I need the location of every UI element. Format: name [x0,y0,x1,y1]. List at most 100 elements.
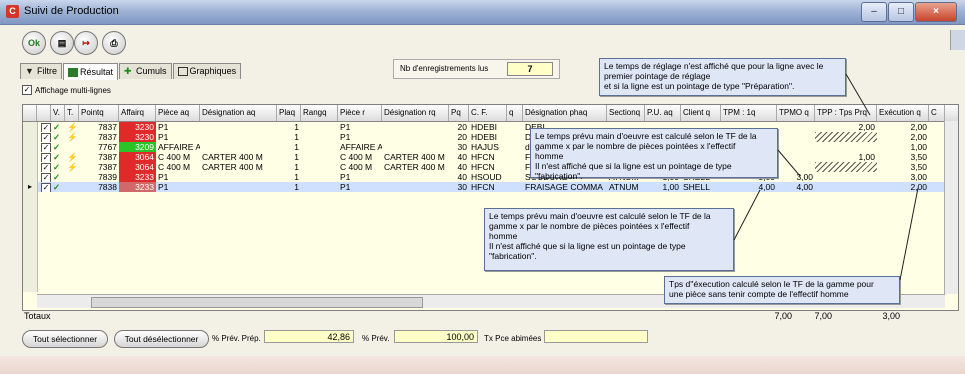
tab-cumuls[interactable]: ✚ Cumuls [119,63,172,79]
header-designation-a[interactable]: Désignation aq [200,105,277,121]
row-check-cell[interactable]: ✓ [39,182,51,192]
header-tpmo[interactable]: TPMO q [777,105,815,121]
multiline-option[interactable]: ✓ Affichage multi-lignes [22,85,111,95]
row-selector[interactable] [23,162,38,172]
header-tpp[interactable]: TPP : Tps Prq [815,105,877,121]
row-selector[interactable] [23,242,38,252]
row-selector[interactable] [23,282,38,292]
filter-tool-button[interactable]: ▤ [50,31,74,55]
header-affaire[interactable]: Affairq [119,105,156,121]
row-checkbox[interactable]: ✓ [41,123,51,132]
total-tpp: 3,00 [882,311,900,321]
header-t[interactable]: T. [65,105,79,121]
validated-icon: ✓ [53,172,61,182]
header-piece-a[interactable]: Pièce aq [156,105,200,121]
row-check-cell[interactable]: ✓ [39,142,51,152]
header-pla[interactable]: Plaq [277,105,301,121]
row-checkbox[interactable]: ✓ [41,163,51,172]
header-pointage[interactable]: Pointq [79,105,119,121]
validated-icon: ✓ [53,142,61,152]
deselect-all-button[interactable]: Tout désélectionner [114,330,209,348]
cell-tpp [815,132,877,142]
row-selector[interactable]: ▸ [23,182,38,192]
minimize-button[interactable]: – [861,2,887,22]
type-bolt-icon: ⚡ [67,162,78,172]
header-selector[interactable] [37,105,51,121]
ok-button[interactable]: Ok [22,31,46,55]
cell-cf: HSOUD [471,172,502,182]
row-selector[interactable] [23,132,38,142]
table-row[interactable]: ✓✓⚡78373230P11P120HDEBIDEBI2,00 [23,132,958,142]
cell-piece: P1 [158,132,169,142]
table-row[interactable]: ▸ ✓ ✓ 7838 3233 P1 1 P1 30 HFCN FRAISAGE COMMA ATNU… [23,182,958,192]
table-row[interactable]: ✓✓78393233P11P140HSOUDSOUDUREATNUM1,00SH… [23,172,958,182]
row-selector[interactable] [23,192,38,202]
funnel-icon: ▼ [25,66,34,76]
row-selector[interactable] [23,172,38,182]
panel-toggle[interactable] [950,30,965,50]
header-designation-r[interactable]: Désignation rq [382,105,449,121]
cell-pla: 1 [294,152,299,162]
row-selector[interactable] [23,272,38,282]
table-row[interactable]: ✓ ✓ ⚡ 7387 3064 C 400 M CARTER 400 M1C 400 M CA… [23,162,958,172]
header-q[interactable]: q [507,105,523,121]
row-checkbox[interactable]: ✓ [41,133,51,142]
multiline-checkbox[interactable]: ✓ [22,85,32,95]
row-checkbox[interactable]: ✓ [41,153,51,162]
table-row[interactable] [23,192,958,202]
header-rang[interactable]: Rangq [301,105,338,121]
header-p[interactable]: Pq [449,105,469,121]
row-selector[interactable] [23,232,38,242]
header-v[interactable]: V. [51,105,65,121]
header-execution[interactable]: Exécution q [877,105,929,121]
cell-desig-r [382,172,449,182]
type-bolt-icon [65,182,79,192]
records-count-value: 7 [507,62,553,76]
row-selector[interactable] [23,152,38,162]
header-piece-r[interactable]: Pièce r [338,105,382,121]
footer-band [0,356,965,374]
cell-exec: 2,00 [910,122,927,132]
cell-tpmo [777,142,815,152]
header-designation-phase[interactable]: Désignation phaq [523,105,607,121]
header-tpm[interactable]: TPM : 1q [721,105,777,121]
header-c[interactable]: C [929,105,945,121]
row-selector[interactable] [23,222,38,232]
vertical-scrollbar[interactable] [944,121,958,294]
header-client[interactable]: Client q [681,105,721,121]
maximize-button[interactable]: □ [888,2,914,22]
tab-resultat[interactable]: Résultat [63,63,119,80]
row-check-cell[interactable]: ✓ [39,132,51,142]
table-row[interactable]: ✓ ✓ ⚡ 7387 3064 C 400 M CARTER 400 M1C 400 M CA… [23,152,958,162]
row-selector[interactable] [23,262,38,272]
row-check-cell[interactable]: ✓ [39,122,51,132]
row-check-cell[interactable]: ✓ [39,172,51,182]
row-selector[interactable] [23,202,38,212]
cell-pu: 1,00 [662,182,679,192]
row-selector[interactable] [23,252,38,262]
cell-aff: 3064 [119,162,156,172]
print-button[interactable]: ⎙ [102,31,126,55]
tab-graphiques[interactable]: Graphiques [172,63,242,79]
row-selector[interactable] [23,212,38,222]
select-all-button[interactable]: Tout sélectionner [22,330,108,348]
tab-filtre[interactable]: ▼ Filtre [20,63,62,79]
row-selector[interactable] [23,142,38,152]
table-row[interactable]: ✓✓77673209AFFAIRE A1AFFAIRE A'30HAJUSdoc… [23,142,958,152]
header-cf[interactable]: C. F. [469,105,507,121]
row-check-cell[interactable]: ✓ [39,152,51,162]
cell-exec: 3,50 [910,152,927,162]
row-selector[interactable] [23,122,38,132]
horizontal-scroll-thumb[interactable] [91,297,423,308]
row-check-cell[interactable]: ✓ [39,162,51,172]
cell-cf: HDEBI [471,122,497,132]
cell-point: 7838 [98,182,117,192]
row-checkbox[interactable]: ✓ [41,183,51,192]
header-section[interactable]: Sectionq [607,105,645,121]
table-row[interactable]: ✓ ✓ ⚡ 7837 3230 P1 1 P1 20 HDEBI DEBI 2,00 2,00 [23,122,958,132]
header-pu[interactable]: P.U. aq [645,105,681,121]
exit-button[interactable]: ↦ [74,31,98,55]
close-button[interactable]: × [915,2,957,22]
row-checkbox[interactable]: ✓ [41,173,51,182]
row-checkbox[interactable]: ✓ [41,143,51,152]
